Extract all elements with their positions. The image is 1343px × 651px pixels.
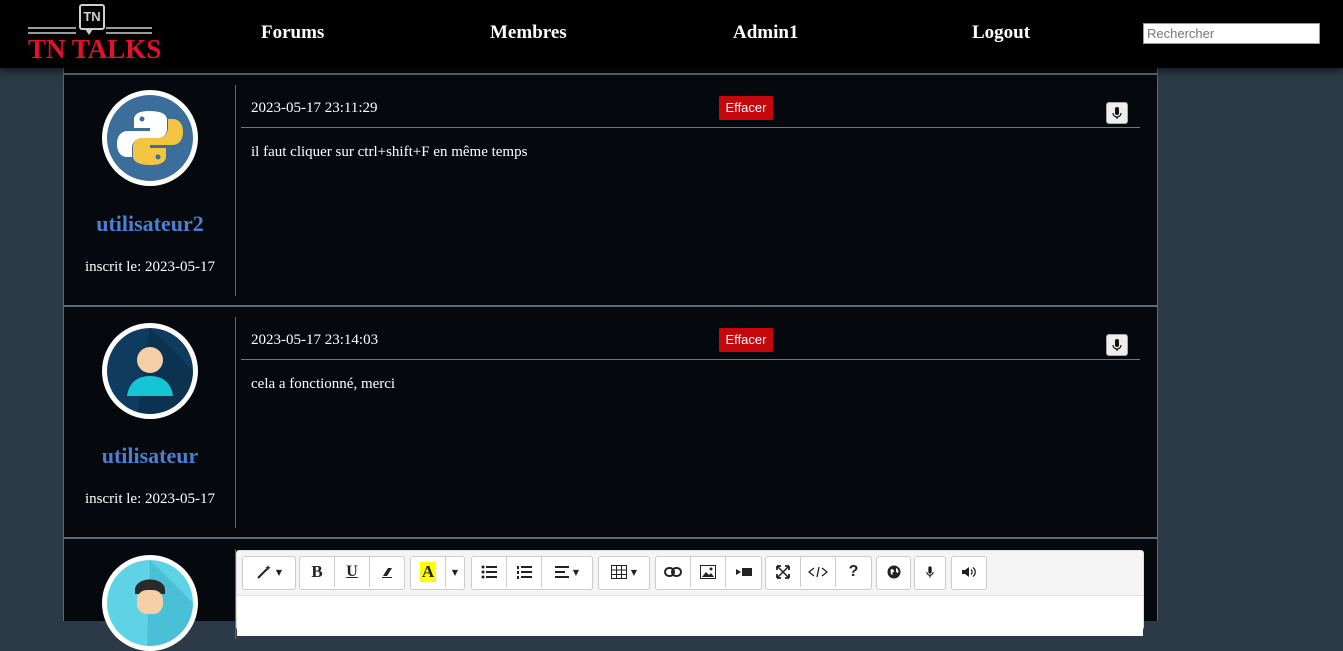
bold-button[interactable]: B (300, 557, 335, 587)
view-group: ? (765, 556, 872, 590)
table-icon (610, 565, 627, 579)
chevron-down-icon: ▼ (275, 567, 283, 577)
eraser-button[interactable] (370, 557, 404, 587)
post-date: 2023-05-17 23:14:03 (251, 332, 379, 348)
person-avatar (102, 323, 198, 419)
bullet-list-icon (481, 565, 497, 579)
magic-wand-icon (257, 565, 271, 579)
ordered-list-button[interactable] (507, 557, 542, 587)
link-icon (664, 567, 682, 577)
top-navbar: TN TN TALKS Forums Membres Admin1 Logout (0, 0, 1343, 68)
highlight-a-icon: A (419, 562, 437, 582)
insert-video-button[interactable] (726, 557, 761, 587)
post-header-separator (241, 359, 1140, 360)
unordered-list-button[interactable] (472, 557, 507, 587)
post-username[interactable]: utilisateur (64, 443, 236, 469)
post-username[interactable]: utilisateur2 (64, 211, 236, 237)
style-group: ▼ (242, 556, 296, 590)
code-view-button[interactable] (801, 557, 836, 587)
globe-icon (887, 565, 900, 579)
person-avatar-icon (127, 328, 193, 414)
post-message: il faut cliquer sur ctrl+shift+F en même… (251, 144, 528, 160)
nav-logout[interactable]: Logout (972, 22, 1030, 44)
microphone-icon (1112, 107, 1122, 119)
search-input[interactable] (1143, 23, 1320, 44)
rich-text-editor: ▼ B U A ▼ ▼ ▼ ? (236, 550, 1144, 636)
microphone-button[interactable] (1106, 102, 1128, 124)
insert-image-button[interactable] (691, 557, 726, 587)
chevron-down-icon: ▼ (572, 567, 580, 577)
color-group: A ▼ (410, 556, 465, 590)
delete-button[interactable]: Effacer (719, 96, 773, 120)
eraser-icon (382, 568, 392, 578)
post-divider (235, 85, 236, 296)
table-group: ▼ (598, 556, 650, 590)
paragraph-group: ▼ (471, 556, 593, 590)
speech-group (951, 556, 987, 590)
post-header-separator (241, 127, 1140, 128)
chevron-down-icon: ▼ (451, 567, 459, 577)
posts-container: utilisateur2 inscrit le: 2023-05-17 2023… (63, 68, 1158, 651)
python-logo-icon (117, 111, 183, 165)
nav-forums[interactable]: Forums (261, 22, 324, 44)
microphone-button[interactable] (1106, 334, 1128, 356)
insert-link-button[interactable] (656, 557, 691, 587)
current-user-avatar (102, 555, 198, 651)
post: utilisateur2 inscrit le: 2023-05-17 2023… (64, 73, 1157, 306)
text-to-speech-button[interactable] (952, 557, 986, 587)
delete-button[interactable]: Effacer (719, 328, 773, 352)
text-color-button[interactable]: A (411, 557, 446, 587)
dictation-button[interactable] (915, 557, 945, 587)
site-logo[interactable]: TN TN TALKS (28, 3, 162, 65)
nav-admin1[interactable]: Admin1 (733, 22, 798, 44)
align-left-icon (554, 566, 569, 578)
post-message: cela a fonctionné, merci (251, 376, 396, 392)
logo-badge: TN (79, 4, 105, 35)
language-button[interactable] (877, 557, 910, 587)
table-dropdown-button[interactable]: ▼ (599, 557, 649, 587)
underline-button[interactable]: U (335, 557, 370, 587)
fullscreen-button[interactable] (766, 557, 801, 587)
code-icon (808, 566, 828, 578)
language-group (876, 556, 911, 590)
style-dropdown-button[interactable]: ▼ (243, 557, 295, 587)
person-avatar-icon (135, 560, 193, 646)
post-date: 2023-05-17 23:11:29 (251, 100, 378, 116)
video-icon (735, 568, 752, 576)
python-logo-avatar (102, 90, 198, 186)
help-button[interactable]: ? (836, 557, 871, 587)
logo-text: TN TALKS (28, 34, 162, 64)
speaker-icon (962, 567, 976, 577)
post-join-date: inscrit le: 2023-05-17 (85, 259, 215, 275)
post-divider (235, 317, 236, 528)
insert-group (655, 556, 762, 590)
color-dropdown-button[interactable]: ▼ (446, 557, 464, 587)
font-style-group: B U (299, 556, 405, 590)
align-dropdown-button[interactable]: ▼ (542, 557, 592, 587)
fullscreen-icon (776, 565, 790, 579)
post: utilisateur inscrit le: 2023-05-17 2023-… (64, 305, 1157, 538)
microphone-icon (1112, 339, 1122, 351)
image-icon (700, 565, 716, 579)
logo-line (28, 27, 76, 29)
post-join-date: inscrit le: 2023-05-17 (85, 491, 215, 507)
numbered-list-icon (517, 566, 532, 579)
dictation-group (914, 556, 946, 590)
editor-text-area[interactable] (237, 595, 1143, 636)
microphone-icon (926, 566, 934, 578)
logo-line (106, 27, 152, 29)
nav-membres[interactable]: Membres (490, 22, 567, 44)
chevron-down-icon: ▼ (630, 567, 638, 577)
